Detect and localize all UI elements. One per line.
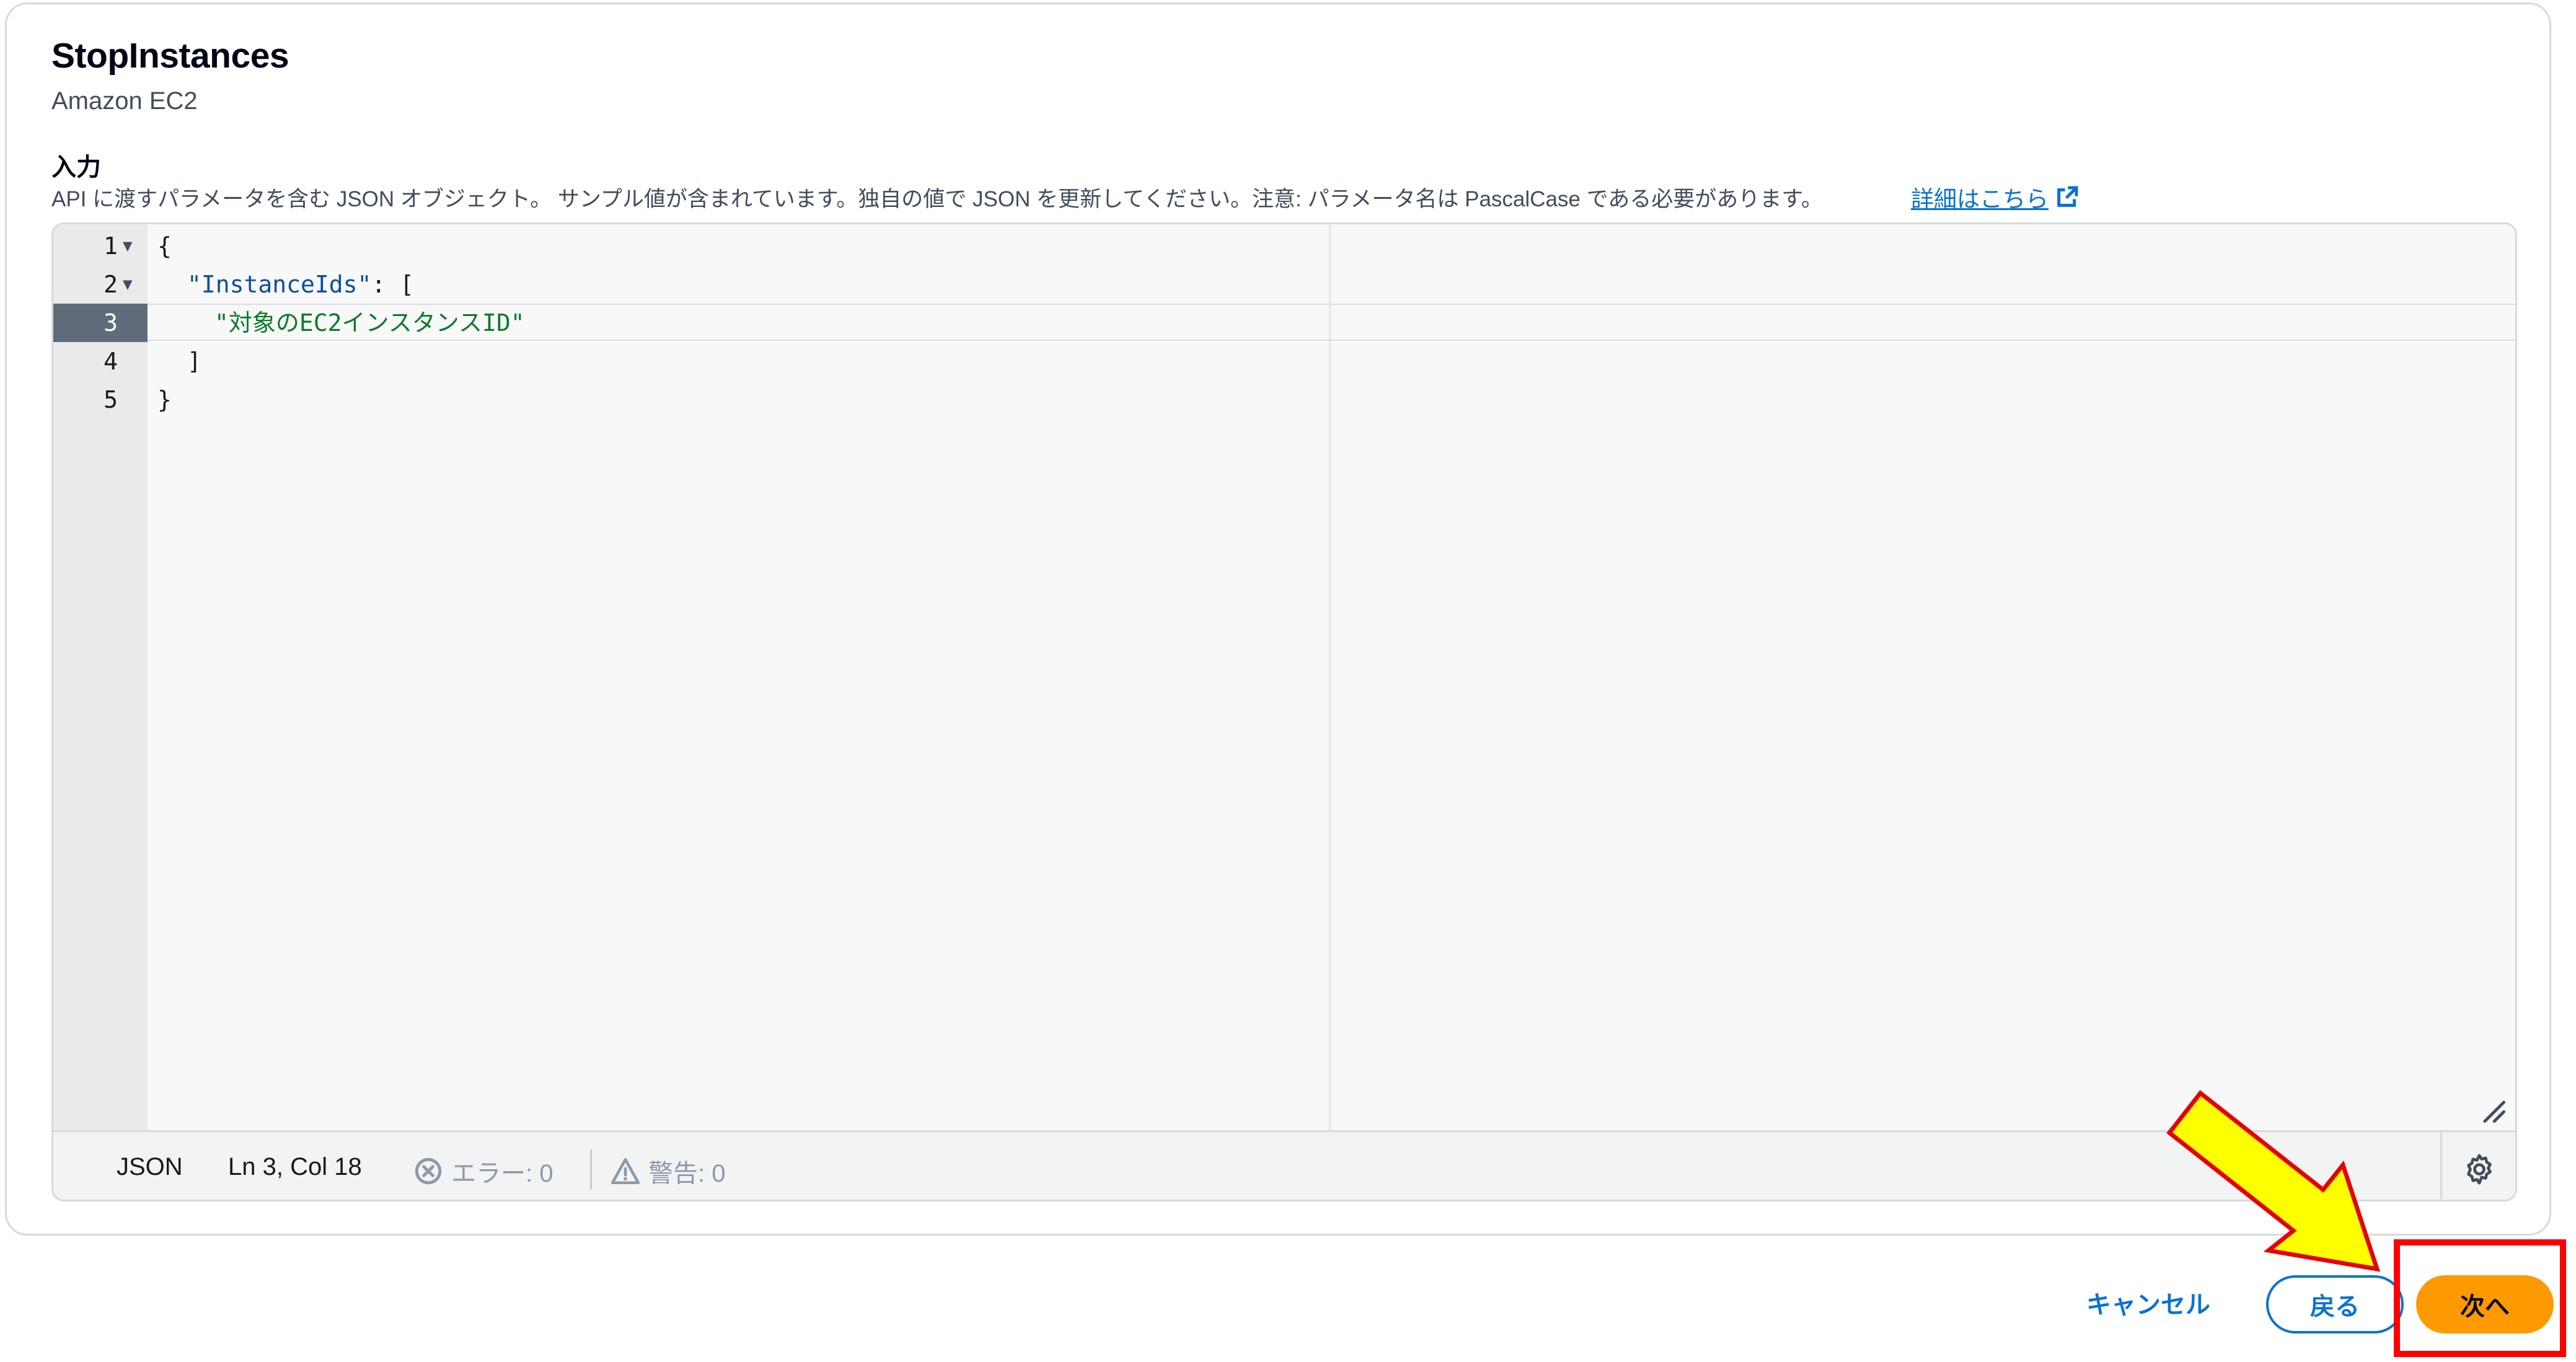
service-name: Amazon EC2	[51, 87, 198, 115]
input-description: API に渡すパラメータを含む JSON オブジェクト。 サンプル値が含まれてい…	[51, 187, 1823, 211]
next-button-highlight	[2394, 1239, 2566, 1357]
status-divider	[2440, 1132, 2442, 1200]
page-title: StopInstances	[51, 36, 289, 76]
line-number: 1	[104, 232, 118, 260]
warning-count-label: 警告: 0	[648, 1160, 726, 1187]
code-text: }	[157, 386, 172, 413]
json-key: "InstanceIds"	[187, 271, 372, 298]
line-number: 5	[104, 386, 118, 413]
code-text: "InstanceIds": [	[187, 265, 414, 304]
warning-icon	[611, 1158, 640, 1185]
editor-status-bar: JSON Ln 3, Col 18 エラー: 0 警告: 0	[53, 1130, 2515, 1200]
warning-count[interactable]: 警告: 0	[610, 1153, 725, 1189]
cancel-button[interactable]: キャンセル	[2068, 1276, 2229, 1329]
line-number: 4	[104, 348, 118, 375]
input-label: 入力	[51, 154, 101, 181]
code-line[interactable]: 2 ▼ "InstanceIds": [	[53, 265, 2515, 304]
line-number: 3	[104, 309, 118, 336]
status-divider	[590, 1149, 592, 1189]
json-code-editor[interactable]: 1 ▼ { 2 ▼ "InstanceIds": [ 3 "対象のEC2インスタ…	[51, 222, 2517, 1202]
code-line[interactable]: 5 }	[53, 380, 2515, 419]
code-line[interactable]: 1 ▼ {	[53, 227, 2515, 265]
error-count-label: エラー: 0	[451, 1160, 554, 1187]
gear-icon[interactable]	[2462, 1152, 2497, 1187]
stop-instances-panel: StopInstances Amazon EC2 入力 API に渡すパラメータ…	[5, 2, 2551, 1236]
code-line[interactable]: 4 ]	[53, 342, 2515, 380]
cursor-position: Ln 3, Col 18	[228, 1153, 362, 1180]
fold-toggle-icon[interactable]: ▼	[123, 227, 133, 265]
code-text: ]	[187, 348, 201, 375]
resize-handle-icon[interactable]	[2479, 1097, 2507, 1124]
pointer-arrow-icon	[2166, 1090, 2381, 1272]
learn-more-link[interactable]: 詳細はこちら	[1911, 180, 2080, 214]
line-number: 2	[104, 271, 118, 298]
code-text: {	[157, 232, 172, 260]
code-line-active[interactable]: 3 "対象のEC2インスタンスID"	[53, 304, 2515, 342]
learn-more-label: 詳細はこちら	[1911, 187, 2049, 212]
json-punct: : [	[371, 271, 415, 298]
error-count[interactable]: エラー: 0	[413, 1153, 553, 1189]
back-button[interactable]: 戻る	[2266, 1275, 2404, 1333]
error-icon	[415, 1158, 442, 1185]
fold-toggle-icon[interactable]: ▼	[123, 265, 133, 304]
language-indicator[interactable]: JSON	[117, 1153, 183, 1181]
external-link-icon	[2057, 186, 2078, 207]
json-string: "対象のEC2インスタンスID"	[214, 309, 525, 336]
